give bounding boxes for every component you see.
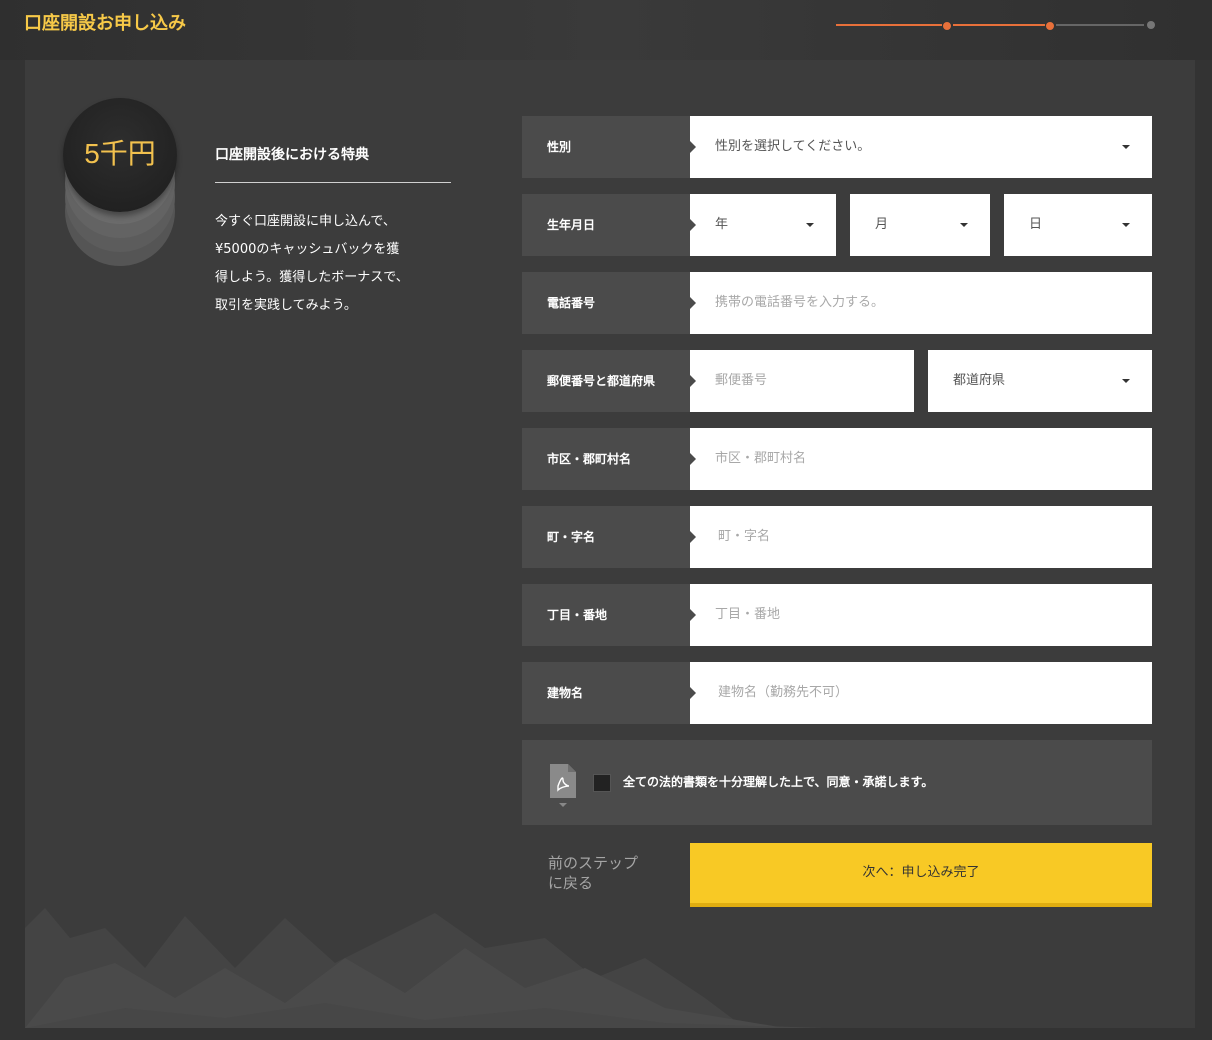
progress-step-2-dot bbox=[1045, 21, 1055, 31]
phone-label: 電話番号 bbox=[547, 296, 596, 310]
benefit-title: 口座開設後における特典 bbox=[215, 147, 369, 163]
city-label-cell: 市区・郡町村名 bbox=[522, 428, 690, 490]
progress-segment-3 bbox=[1056, 24, 1144, 26]
benefit-divider bbox=[215, 182, 451, 183]
progress-step-1-dot bbox=[942, 21, 952, 31]
postal-row: 郵便番号と都道府県 郵便番号 都道府県 bbox=[522, 350, 1152, 412]
caret-down-icon bbox=[559, 803, 567, 807]
chevron-down-icon bbox=[960, 223, 968, 227]
chevron-down-icon bbox=[806, 223, 814, 227]
coin-stack-graphic: 5千円 bbox=[63, 98, 179, 274]
header-bar: 口座開設お申し込み bbox=[0, 0, 1212, 60]
next-button[interactable]: 次へ：申し込み完了 bbox=[690, 843, 1152, 907]
birth-day-select[interactable]: 日 bbox=[1004, 194, 1152, 256]
block-input[interactable]: 丁目・番地 bbox=[690, 584, 1152, 646]
back-link[interactable]: 前のステップ に戻る bbox=[548, 853, 668, 893]
pdf-icon[interactable] bbox=[550, 764, 576, 798]
building-input[interactable]: 建物名（勤務先不可） bbox=[690, 662, 1152, 724]
city-row: 市区・郡町村名 市区・郡町村名 bbox=[522, 428, 1152, 490]
progress-segment-2 bbox=[953, 24, 1045, 26]
mountain-background bbox=[25, 908, 825, 1028]
gender-label-cell: 性別 bbox=[522, 116, 690, 178]
coin-top: 5千円 bbox=[63, 98, 177, 212]
chevron-down-icon bbox=[1122, 145, 1130, 149]
phone-row: 電話番号 携帯の電話番号を入力する。 bbox=[522, 272, 1152, 334]
page-title: 口座開設お申し込み bbox=[24, 13, 186, 34]
block-label-cell: 丁目・番地 bbox=[522, 584, 690, 646]
step-progress bbox=[836, 18, 1156, 32]
town-label: 町・字名 bbox=[547, 530, 596, 544]
label-arrow-icon bbox=[690, 687, 696, 699]
label-arrow-icon bbox=[690, 219, 696, 231]
town-placeholder: 町・字名 bbox=[718, 529, 771, 544]
prefecture-select[interactable]: 都道府県 bbox=[928, 350, 1152, 412]
coin-amount: 5千円 bbox=[84, 138, 156, 169]
birth-month-value: 月 bbox=[875, 217, 889, 232]
next-button-label: 次へ：申し込み完了 bbox=[862, 865, 980, 880]
progress-segment-1 bbox=[836, 24, 942, 26]
city-input[interactable]: 市区・郡町村名 bbox=[690, 428, 1152, 490]
chevron-down-icon bbox=[1122, 223, 1130, 227]
city-placeholder: 市区・郡町村名 bbox=[715, 451, 807, 466]
chevron-down-icon bbox=[1122, 379, 1130, 383]
label-arrow-icon bbox=[690, 609, 696, 621]
postal-code-placeholder: 郵便番号 bbox=[715, 373, 768, 388]
birth-month-select[interactable]: 月 bbox=[850, 194, 990, 256]
block-label: 丁目・番地 bbox=[547, 608, 608, 622]
postal-code-input[interactable]: 郵便番号 bbox=[690, 350, 914, 412]
benefit-description: 今すぐ口座開設に申し込んで、 ¥5000のキャッシュバックを獲 得しよう。獲得し… bbox=[215, 214, 409, 313]
label-arrow-icon bbox=[690, 453, 696, 465]
city-label: 市区・郡町村名 bbox=[547, 452, 632, 466]
birth-day-value: 日 bbox=[1029, 217, 1043, 232]
postal-label: 郵便番号と都道府県 bbox=[547, 374, 656, 388]
building-label-cell: 建物名 bbox=[522, 662, 690, 724]
postal-label-cell: 郵便番号と都道府県 bbox=[522, 350, 690, 412]
building-label: 建物名 bbox=[547, 686, 584, 700]
town-label-cell: 町・字名 bbox=[522, 506, 690, 568]
label-arrow-icon bbox=[690, 141, 696, 153]
label-arrow-icon bbox=[690, 531, 696, 543]
phone-input[interactable]: 携帯の電話番号を入力する。 bbox=[690, 272, 1152, 334]
town-row: 町・字名 町・字名 bbox=[522, 506, 1152, 568]
birthdate-label-cell: 生年月日 bbox=[522, 194, 690, 256]
label-arrow-icon bbox=[690, 297, 696, 309]
block-placeholder: 丁目・番地 bbox=[715, 607, 781, 622]
phone-placeholder: 携帯の電話番号を入力する。 bbox=[715, 295, 885, 310]
agreement-text: 全ての法的書類を十分理解した上で、同意・承諾します。 bbox=[623, 775, 934, 789]
birth-year-select[interactable]: 年 bbox=[690, 194, 836, 256]
agreement-box: 全ての法的書類を十分理解した上で、同意・承諾します。 bbox=[522, 740, 1152, 825]
gender-select-value: 性別を選択してください。 bbox=[715, 139, 871, 154]
gender-select[interactable]: 性別を選択してください。 bbox=[690, 116, 1152, 178]
label-arrow-icon bbox=[690, 375, 696, 387]
building-placeholder: 建物名（勤務先不可） bbox=[718, 685, 849, 700]
block-row: 丁目・番地 丁目・番地 bbox=[522, 584, 1152, 646]
birth-year-value: 年 bbox=[715, 217, 729, 232]
gender-label: 性別 bbox=[547, 140, 572, 154]
agreement-checkbox[interactable] bbox=[593, 774, 611, 792]
progress-step-3-dot bbox=[1147, 21, 1155, 29]
building-row: 建物名 建物名（勤務先不可） bbox=[522, 662, 1152, 724]
town-input[interactable]: 町・字名 bbox=[690, 506, 1152, 568]
birthdate-row: 生年月日 年 月 日 bbox=[522, 194, 1152, 256]
gender-row: 性別 性別を選択してください。 bbox=[522, 116, 1152, 178]
prefecture-value: 都道府県 bbox=[953, 373, 1006, 388]
phone-label-cell: 電話番号 bbox=[522, 272, 690, 334]
birthdate-label: 生年月日 bbox=[547, 218, 596, 232]
